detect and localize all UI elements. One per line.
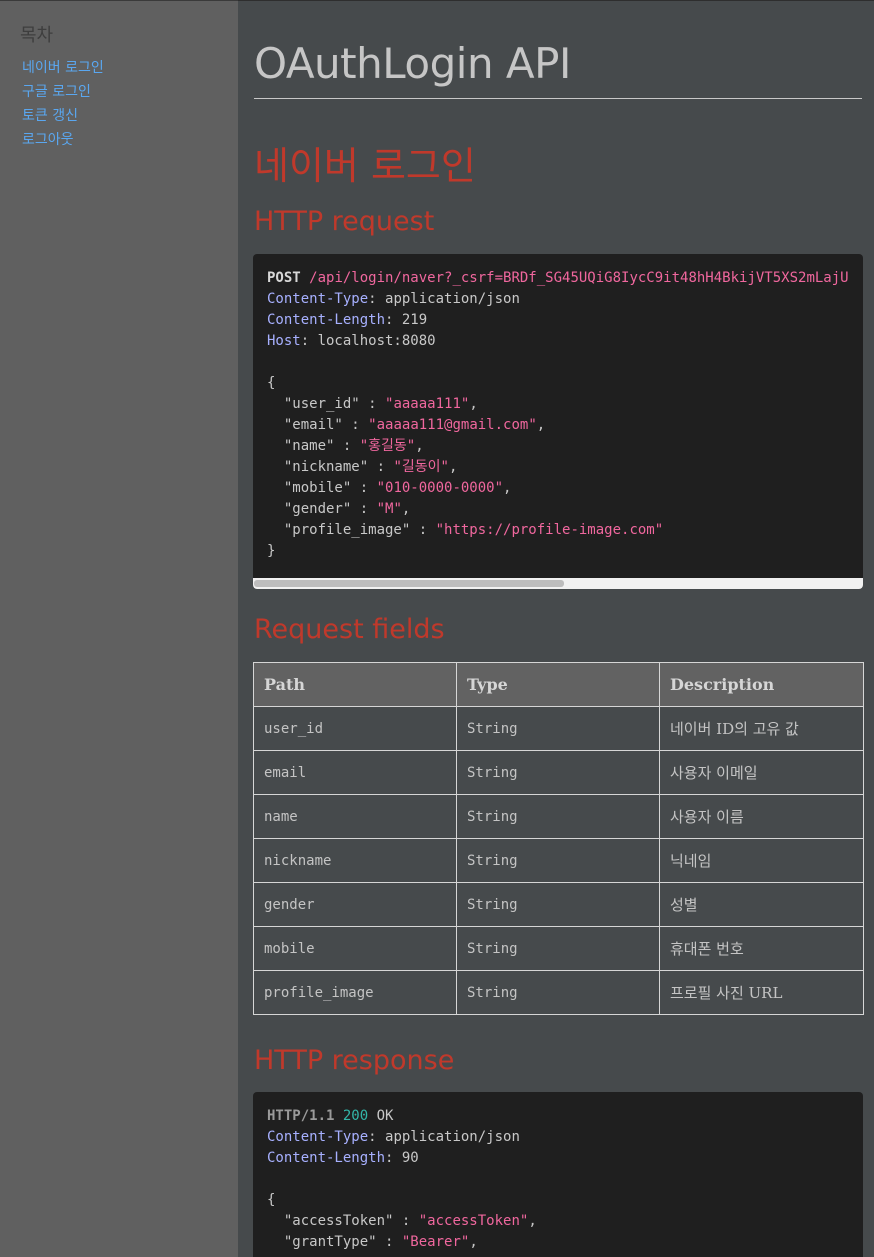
request-method: POST	[267, 270, 301, 286]
json-key: "gender"	[283, 501, 352, 517]
field-description: 닉네임	[659, 838, 864, 883]
response-header-name: Content-Length	[267, 1150, 386, 1166]
http-response-code: HTTP/1.1 200 OK Content-Type: applicatio…	[267, 1108, 537, 1250]
document-title: OAuthLogin API	[254, 39, 571, 88]
toc-title: 목차	[20, 25, 54, 46]
title-divider	[254, 98, 862, 99]
json-key: "profile_image"	[283, 522, 411, 538]
field-type: String	[456, 882, 660, 927]
scrollbar-thumb[interactable]	[254, 580, 564, 587]
field-type: String	[456, 926, 660, 971]
json-string-value: "길동이"	[393, 459, 449, 475]
request-fields-heading: Request fields	[254, 614, 445, 645]
toc-list: 네이버 로그인 구글 로그인 토큰 갱신 로그아웃	[22, 57, 104, 153]
response-status-text: OK	[376, 1108, 394, 1124]
json-string-value: "aaaaa111"	[385, 396, 470, 412]
json-string-value: "https://profile-image.com"	[435, 522, 664, 538]
response-header-value: application/json	[385, 1129, 520, 1145]
column-header-type: Type	[456, 662, 660, 707]
column-header-path: Path	[253, 662, 457, 707]
http-request-code-block: POST /api/login/naver?_csrf=BRDf_SG45UQi…	[253, 254, 863, 589]
table-row: email String 사용자 이메일	[253, 750, 864, 795]
field-path: gender	[253, 882, 457, 927]
main-content[interactable]: OAuthLogin API 네이버 로그인 HTTP request POST…	[238, 0, 874, 1257]
field-path: mobile	[253, 926, 457, 971]
horizontal-scrollbar[interactable]	[253, 578, 863, 589]
column-header-description: Description	[659, 662, 864, 707]
field-description: 네이버 ID의 고유 값	[659, 706, 864, 751]
field-path: email	[253, 750, 457, 795]
table-row: gender String 성별	[253, 882, 864, 927]
field-description: 프로필 사진 URL	[659, 970, 864, 1015]
field-type: String	[456, 970, 660, 1015]
response-header-name: Content-Type	[267, 1129, 369, 1145]
field-path: nickname	[253, 838, 457, 883]
table-row: profile_image String 프로필 사진 URL	[253, 970, 864, 1015]
field-path: user_id	[253, 706, 457, 751]
field-path: name	[253, 794, 457, 839]
json-key: "nickname"	[283, 459, 369, 475]
toc-link-token-refresh[interactable]: 토큰 갱신	[22, 108, 78, 124]
json-string-value: "Bearer"	[401, 1234, 470, 1250]
field-path: profile_image	[253, 970, 457, 1015]
section-title: 네이버 로그인	[254, 144, 476, 188]
request-header-name: Host	[267, 333, 301, 349]
http-request-heading: HTTP request	[254, 206, 435, 237]
field-description: 사용자 이메일	[659, 750, 864, 795]
table-header-row: Path Type Description	[253, 662, 864, 707]
http-response-code-block: HTTP/1.1 200 OK Content-Type: applicatio…	[253, 1092, 863, 1257]
json-string-value: "홍길동"	[359, 438, 416, 454]
json-string-value: "M"	[376, 501, 402, 517]
request-header-value: application/json	[385, 291, 520, 307]
http-response-heading: HTTP response	[254, 1045, 455, 1076]
response-status-code: 200	[342, 1108, 369, 1124]
request-fields-table: Path Type Description user_id String 네이버…	[253, 662, 864, 1015]
table-row: name String 사용자 이름	[253, 794, 864, 839]
json-key: "accessToken"	[283, 1213, 394, 1229]
request-header-name: Content-Length	[267, 312, 386, 328]
field-description: 성별	[659, 882, 864, 927]
table-row: nickname String 닉네임	[253, 838, 864, 883]
request-header-value: 219	[401, 312, 428, 328]
json-string-value: "aaaaa111@gmail.com"	[368, 417, 537, 433]
request-url: /api/login/naver?_csrf=BRDf_SG45UQiG8Iyc…	[309, 270, 849, 286]
field-description: 사용자 이름	[659, 794, 864, 839]
json-string-value: "010-0000-0000"	[376, 480, 504, 496]
request-header-value: localhost:8080	[317, 333, 436, 349]
json-key: "user_id"	[283, 396, 360, 412]
field-type: String	[456, 706, 660, 751]
field-type: String	[456, 750, 660, 795]
json-key: "grantType"	[283, 1234, 377, 1250]
json-key: "name"	[283, 438, 335, 454]
response-protocol: HTTP/1.1	[267, 1108, 335, 1124]
toc-link-naver-login[interactable]: 네이버 로그인	[22, 60, 104, 76]
toc-link-logout[interactable]: 로그아웃	[22, 132, 74, 148]
table-row: mobile String 휴대폰 번호	[253, 926, 864, 971]
http-request-code: POST /api/login/naver?_csrf=BRDf_SG45UQi…	[267, 270, 849, 559]
json-key: "mobile"	[283, 480, 352, 496]
field-description: 휴대폰 번호	[659, 926, 864, 971]
field-type: String	[456, 838, 660, 883]
table-row: user_id String 네이버 ID의 고유 값	[253, 706, 864, 751]
table-of-contents: 목차 네이버 로그인 구글 로그인 토큰 갱신 로그아웃	[0, 0, 238, 1257]
field-type: String	[456, 794, 660, 839]
toc-link-google-login[interactable]: 구글 로그인	[22, 84, 91, 100]
json-key: "email"	[283, 417, 343, 433]
response-header-value: 90	[401, 1150, 419, 1166]
json-string-value: "accessToken"	[418, 1213, 529, 1229]
request-header-name: Content-Type	[267, 291, 369, 307]
